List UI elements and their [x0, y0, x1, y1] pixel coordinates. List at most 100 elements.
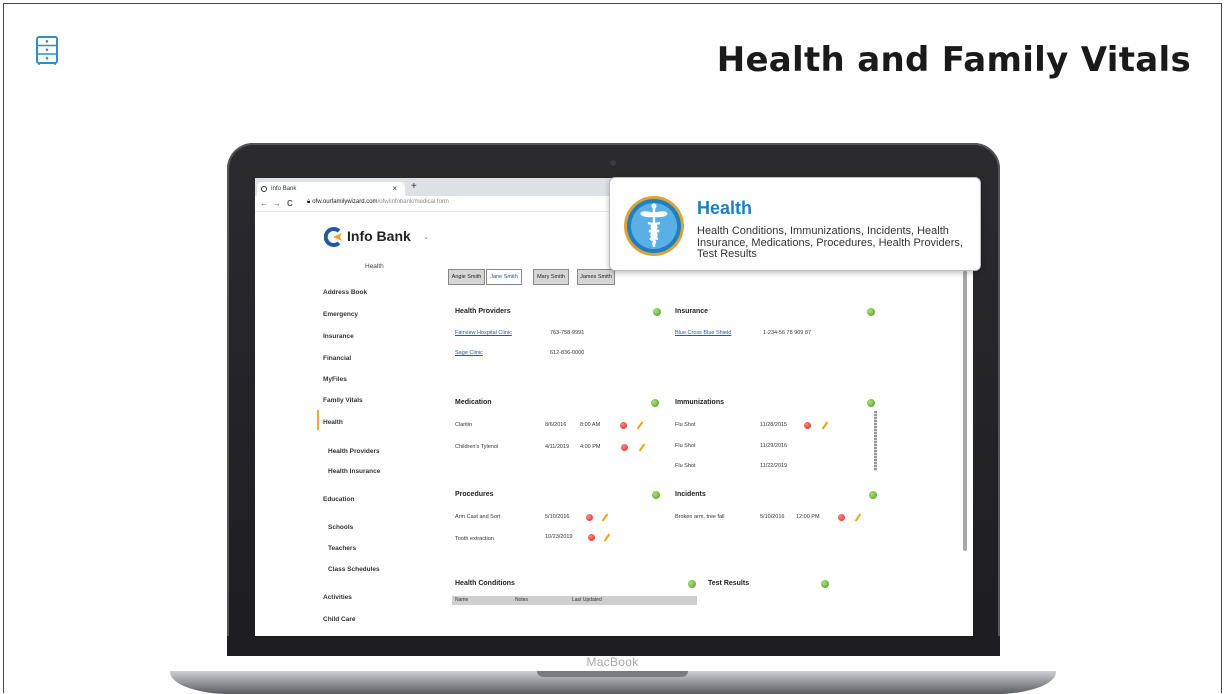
sidebar-item-health-insurance[interactable]: Health Insurance — [328, 468, 380, 475]
section-title-incidents: Incidents — [675, 491, 706, 498]
browser-tab[interactable]: Info Bank × — [257, 182, 405, 196]
immunization-date: 11/29/2016 — [760, 443, 788, 449]
add-health-provider-icon[interactable] — [653, 308, 661, 316]
delete-icon[interactable] — [588, 534, 595, 541]
delete-icon[interactable] — [621, 444, 628, 451]
add-procedure-icon[interactable] — [652, 491, 660, 499]
section-title-insurance: Insurance — [675, 308, 709, 315]
url-path: /ofw/infobank/medical form — [377, 199, 449, 205]
procedure-date: 10/23/2019 — [545, 534, 573, 540]
sidebar-item-insurance[interactable]: Insurance — [323, 333, 354, 340]
reload-icon[interactable]: C — [287, 199, 293, 208]
health-conditions-table-header: Name Notes Last Updated — [452, 596, 697, 605]
sidebar-item-activities[interactable]: Activities — [323, 594, 352, 601]
delete-icon[interactable] — [838, 514, 845, 521]
forward-arrow-icon[interactable]: → — [273, 199, 281, 208]
delete-icon[interactable] — [586, 514, 593, 521]
incident-time: 12:00 PM — [796, 514, 820, 520]
procedure-date: 5/10/2016 — [545, 514, 570, 520]
section-title-medication: Medication — [455, 399, 492, 406]
laptop-chin — [227, 636, 1000, 656]
tab-person-angie[interactable]: Angie Smith — [448, 269, 485, 285]
incident-name: Broken arm, tree fall — [675, 514, 725, 520]
health-callout: Health Health Conditions, Immunizations,… — [609, 177, 981, 271]
sidebar-active-indicator — [317, 410, 319, 430]
section-title-test-results: Test Results — [708, 580, 750, 587]
sidebar-item-emergency[interactable]: Emergency — [323, 311, 358, 318]
column-header[interactable]: Notes — [515, 597, 528, 603]
sidebar-item-myfiles[interactable]: MyFiles — [323, 376, 347, 383]
immunization-name: Flu Shot — [675, 463, 696, 469]
immunization-name: Flu Shot — [675, 422, 696, 428]
url-bar[interactable]: 🔒︎ ofw.ourfamilywizard.com/ofw/infobank/m… — [307, 199, 449, 206]
delete-icon[interactable] — [804, 422, 811, 429]
sidebar-item-teachers[interactable]: Teachers — [328, 545, 356, 552]
callout-title: Health — [697, 198, 753, 218]
immunization-date: 11/28/2015 — [760, 422, 788, 428]
sidebar-item-education[interactable]: Education — [323, 496, 354, 503]
app-title: Info Bank — [347, 228, 411, 244]
edit-pencil-icon[interactable] — [821, 421, 829, 430]
sidebar-item-schools[interactable]: Schools — [328, 524, 353, 531]
file-cabinet-icon — [36, 36, 58, 65]
provider-link[interactable]: Sage Clinic — [455, 350, 483, 356]
callout-description: Health Conditions, Immunizations, Incide… — [697, 225, 963, 260]
edit-pencil-icon[interactable] — [636, 421, 644, 430]
url-host: ofw.ourfamilywizard.com — [312, 199, 378, 205]
column-header[interactable]: Last Updated — [572, 597, 602, 603]
edit-pencil-icon[interactable] — [638, 443, 646, 452]
tab-person-mary[interactable]: Mary Smith — [533, 269, 569, 285]
insurance-phone: 1-234-56 78 909 87 — [763, 330, 812, 336]
section-title-immunizations: Immunizations — [675, 399, 725, 406]
tab-close-icon[interactable]: × — [392, 182, 397, 196]
tab-favicon-icon — [261, 186, 267, 192]
delete-icon[interactable] — [620, 422, 627, 429]
add-health-condition-icon[interactable] — [688, 580, 696, 588]
edit-pencil-icon[interactable] — [854, 513, 862, 522]
page-scrollbar[interactable] — [963, 271, 967, 551]
procedure-name: Arm Cast and Sort — [455, 514, 501, 520]
tab-title: Info Bank — [271, 186, 297, 192]
laptop-brand: MacBook — [586, 655, 639, 669]
add-incident-icon[interactable] — [869, 491, 877, 499]
incident-date: 5/10/2016 — [760, 514, 785, 520]
medication-time: 8:00 AM — [580, 422, 601, 428]
sidebar-item-health-providers[interactable]: Health Providers — [328, 448, 380, 455]
sidebar-item-address-book[interactable]: Address Book — [323, 289, 367, 296]
lock-icon: 🔒︎ — [307, 199, 311, 205]
sidebar-item-financial[interactable]: Financial — [323, 355, 351, 362]
medication-name: Children's Tylenol — [455, 444, 499, 450]
immunizations-scrollbar[interactable] — [874, 411, 877, 471]
slide-title: Health and Family Vitals — [716, 40, 1191, 80]
add-insurance-icon[interactable] — [867, 308, 875, 316]
add-medication-icon[interactable] — [651, 399, 659, 407]
immunization-date: 11/22/2019 — [760, 463, 788, 469]
provider-link[interactable]: Fairview Hospital Clinic — [455, 330, 512, 336]
sidebar-item-family-vitals[interactable]: Family Vitals — [323, 397, 363, 404]
back-arrow-icon[interactable]: ← — [260, 199, 268, 208]
sidebar-item-class-schedules[interactable]: Class Schedules — [328, 566, 380, 573]
edit-pencil-icon[interactable] — [603, 533, 611, 542]
new-tab-button[interactable]: + — [411, 181, 417, 192]
slide: Health and Family Vitals MacBook Info Ba… — [0, 0, 1225, 694]
column-header[interactable]: Name — [455, 597, 468, 603]
provider-phone: 763-758-9991 — [550, 330, 585, 336]
laptop-camera — [610, 160, 616, 166]
medication-time: 4:00 PM — [580, 444, 601, 450]
sidebar-item-child-care[interactable]: Child Care — [323, 616, 356, 623]
ourfamilywizard-logo-icon — [324, 227, 342, 247]
medication-name: Claritin — [455, 422, 473, 428]
add-immunization-icon[interactable] — [867, 399, 875, 407]
add-test-result-icon[interactable] — [821, 580, 829, 588]
section-title-health-providers: Health Providers — [455, 308, 511, 315]
tab-person-james[interactable]: James Smith — [577, 269, 615, 285]
app-switcher-chevron-icon[interactable]: ⌄ — [423, 233, 429, 241]
sidebar-header: Health — [365, 263, 384, 270]
provider-phone: 612-836-0000 — [550, 350, 585, 356]
edit-pencil-icon[interactable] — [601, 513, 609, 522]
tab-person-jane[interactable]: Jane Smith — [486, 269, 522, 285]
insurance-link[interactable]: Blue Cross Blue Shield — [675, 330, 731, 336]
laptop-base-notch — [537, 671, 688, 677]
sidebar-item-health[interactable]: Health — [323, 419, 343, 426]
caduceus-icon — [624, 196, 684, 256]
